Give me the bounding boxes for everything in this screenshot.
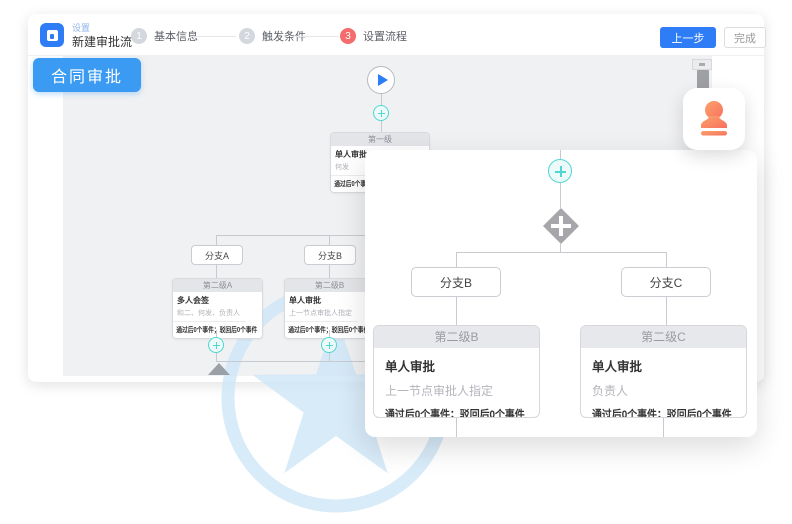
step-3-label: 设置流程 (363, 28, 407, 44)
branch-a-label: 分支A (205, 249, 229, 262)
node-card-header: 第二级A (173, 279, 262, 292)
step-connector (190, 36, 236, 37)
add-node-button[interactable] (373, 105, 389, 121)
connector-line (456, 252, 666, 253)
connector-line (216, 265, 217, 278)
approver-node-card-level2a[interactable]: 第二级A 多人会签 和二、何发、负责人 通过后0个事件；驳回后0个事件 (172, 278, 263, 339)
connector-line (456, 418, 457, 437)
step-set-process[interactable]: 3 设置流程 (340, 28, 407, 44)
flow-name-badge: 合同审批 (33, 58, 141, 92)
condition-node[interactable] (543, 208, 579, 244)
events-summary: 通过后0个事件；驳回后0个事件 (592, 406, 721, 418)
branch-node-a[interactable]: 分支A (191, 245, 243, 265)
branch-node-c[interactable]: 分支C (621, 267, 711, 297)
branch-b-label: 分支B (440, 274, 472, 291)
assignee: 上一节点审批人指定 (285, 308, 374, 321)
page-title: 新建审批流 (72, 33, 132, 50)
step-connector (297, 36, 339, 37)
connector-line (666, 297, 667, 325)
stamp-card[interactable] (683, 88, 745, 150)
document-icon (47, 30, 58, 41)
add-node-button[interactable] (548, 159, 572, 183)
connector-line (560, 150, 561, 159)
assignee: 负责人 (592, 382, 735, 399)
connector-line (216, 353, 217, 361)
events-summary: 通过后0个事件；驳回后0个事件 (285, 321, 358, 338)
merge-end-marker (208, 363, 230, 375)
connector-line (216, 235, 217, 245)
approval-type: 单人审批 (285, 292, 374, 308)
approver-node-card-level2c[interactable]: 第二级C 单人审批 负责人 通过后0个事件；驳回后0个事件 (580, 325, 747, 418)
connector-line (560, 183, 561, 208)
detail-popover: 分支B 分支C 第二级B 单人审批 上一节点审批人指定 通过后0个事件；驳回后0… (365, 150, 757, 437)
stamp-icon (697, 100, 731, 138)
branch-node-b[interactable]: 分支B (304, 245, 356, 265)
finish-button[interactable]: 完成 (724, 27, 766, 48)
window-header: 设置 新建审批流 1 基本信息 2 触发条件 3 设置流程 上一步 完成 (28, 14, 764, 56)
node-card-header: 第一级 (331, 133, 429, 146)
connector-line (663, 418, 664, 437)
step-2-badge: 2 (239, 28, 255, 44)
step-trigger-condition[interactable]: 2 触发条件 (239, 28, 306, 44)
node-card-header: 第二级B (374, 326, 539, 348)
play-icon (378, 74, 388, 86)
approver-node-card-level2b[interactable]: 第二级B 单人审批 上一节点审批人指定 通过后0个事件；驳回后0个事件 (373, 325, 540, 418)
connector-line (216, 235, 366, 236)
approval-type: 单人审批 (592, 356, 735, 375)
prev-step-button[interactable]: 上一步 (660, 27, 716, 48)
step-3-badge: 3 (340, 28, 356, 44)
branch-c-label: 分支C (650, 274, 683, 291)
assignee: 上一节点审批人指定 (385, 382, 528, 399)
app-icon (40, 23, 64, 47)
events-summary: 通过后0个事件；驳回后0个事件 (385, 406, 514, 418)
events-summary: 通过后0个事件；驳回后0个事件 (173, 321, 246, 338)
start-node[interactable] (367, 66, 395, 94)
connector-line (456, 252, 457, 267)
branch-b-label: 分支B (318, 249, 342, 262)
connector-line (329, 265, 330, 278)
minimap-button[interactable] (692, 59, 712, 70)
assignee: 和二、何发、负责人 (173, 308, 262, 321)
connector-line (329, 330, 330, 337)
step-basic-info[interactable]: 1 基本信息 (131, 28, 198, 44)
approval-type: 单人审批 (385, 356, 528, 375)
connector-line (329, 235, 330, 245)
connector-line (216, 361, 366, 362)
add-node-button[interactable] (208, 337, 224, 353)
node-card-header: 第二级C (581, 326, 746, 348)
connector-line (560, 244, 561, 252)
approval-type: 多人会签 (173, 292, 262, 308)
connector-line (329, 353, 330, 361)
branch-node-b[interactable]: 分支B (411, 267, 501, 297)
connector-line (216, 330, 217, 337)
node-card-header: 第二级B (285, 279, 374, 292)
connector-line (666, 252, 667, 267)
connector-line (456, 297, 457, 325)
step-1-badge: 1 (131, 28, 147, 44)
add-node-button[interactable] (321, 337, 337, 353)
